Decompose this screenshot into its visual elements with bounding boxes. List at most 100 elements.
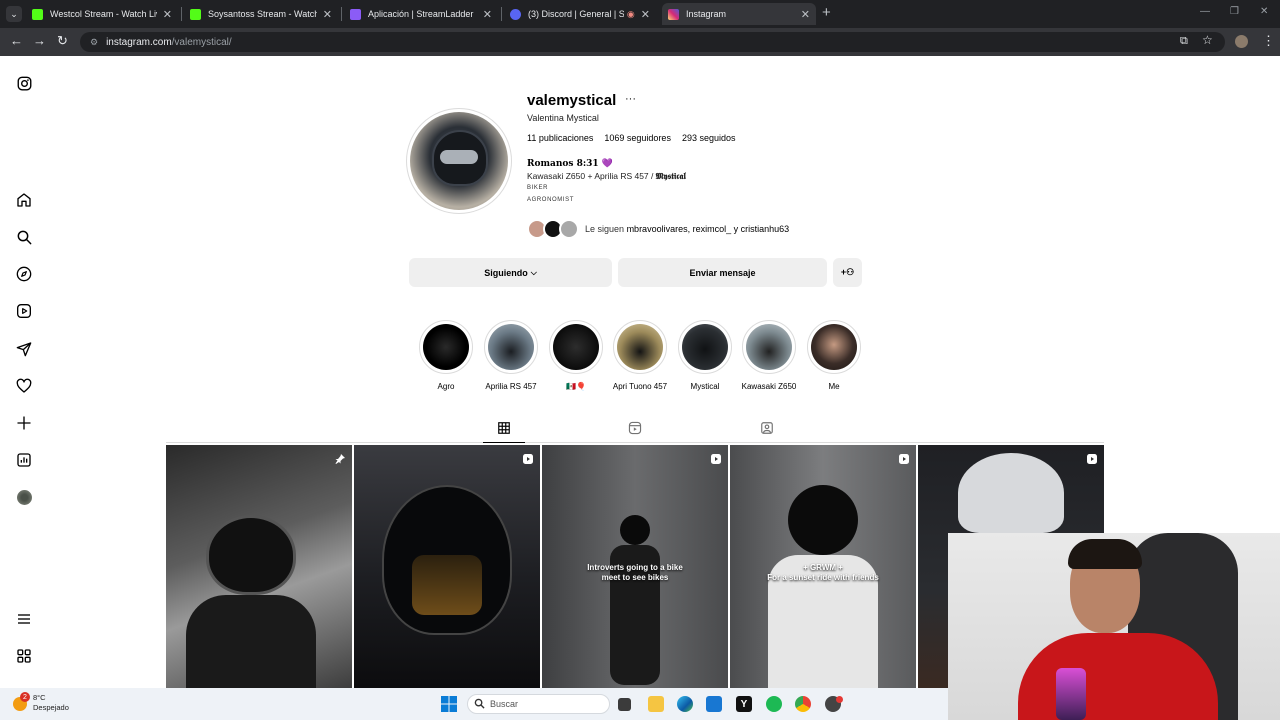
site-info-icon[interactable]: ⚙ [90,37,98,48]
file-explorer-icon[interactable] [648,696,664,712]
create-plus-icon[interactable] [14,413,34,433]
instagram-icon [668,8,679,20]
browser-menu-icon[interactable]: ⋮ [1262,33,1275,49]
close-window-icon[interactable]: ✕ [1260,6,1268,17]
bio-line: AGRONOMIST [527,197,575,203]
microsoft-store-icon[interactable] [706,696,722,712]
tagged-tab-icon[interactable] [759,420,775,436]
mutual-avatar [559,219,579,239]
task-view-icon[interactable] [618,698,631,711]
more-menu-icon[interactable] [14,609,34,629]
chrome-icon[interactable] [795,696,811,712]
kick-icon [190,8,201,20]
search-icon[interactable] [14,227,34,247]
profile-stats: 11 publicaciones 1069 seguidores 293 seg… [527,133,736,143]
post-image [206,515,296,595]
profile-photo-image [410,112,508,210]
story-highlight[interactable]: Aprilia RS 457 [484,320,538,391]
post-image [186,595,316,688]
messages-send-icon[interactable] [14,339,34,359]
minimize-icon[interactable]: — [1200,6,1210,17]
close-tab-icon[interactable]: ✕ [323,8,332,21]
url-field[interactable]: ⚙ instagram.com/valemystical/ [80,32,1225,52]
weather-widget[interactable]: 8°C Despejado [33,693,69,713]
bio-line: Kawasaki Z650 + Aprilia RS 457 / 𝕸𝖞𝖘𝖙𝖎𝖈𝖆… [527,171,686,182]
profile-avatar-icon[interactable] [1235,35,1248,48]
webcam-overlay [948,533,1280,720]
highlight-cover [423,324,469,370]
notifications-heart-icon[interactable] [14,376,34,396]
install-app-icon[interactable]: ⧉ [1180,35,1188,48]
back-icon[interactable]: ← [10,33,23,48]
also-from-meta-icon[interactable] [14,646,34,666]
story-highlight[interactable]: Me [807,320,861,391]
story-highlight[interactable]: 🇲🇽🎈 [549,320,603,391]
forward-icon[interactable]: → [33,33,46,48]
instagram-logo-icon[interactable] [14,73,34,93]
browser-tab[interactable]: Soysantoss Stream - Watch Live ✕ [184,3,338,25]
followed-by-row[interactable]: Le siguen mbravoolivares, reximcol_ y cr… [527,218,789,240]
highlight-cover [553,324,599,370]
profile-avatar[interactable] [14,487,34,507]
bio-line: BIKER [527,185,549,191]
story-highlight[interactable]: Kawasaki Z650 [742,320,796,391]
app-badge-dot [836,696,843,703]
tab-search-icon[interactable]: ⌄ [6,6,22,22]
reels-icon[interactable] [14,301,34,321]
recording-icon: ◉ [626,8,635,19]
post-tile[interactable] [354,445,540,688]
posts-count: 11 publicaciones [527,133,594,143]
following-link[interactable]: 293 seguidos [682,133,736,143]
address-bar-row: ← → ↻ ⚙ instagram.com/valemystical/ ⧉ ☆ … [0,28,1280,56]
browser-tab[interactable]: Westcol Stream - Watch Live on ✕ [26,3,178,25]
close-tab-icon[interactable]: ✕ [483,8,492,21]
following-button[interactable]: Siguiendo ⌵ [409,258,612,287]
dashboard-chart-icon[interactable] [14,450,34,470]
posts-grid-tab-icon[interactable] [496,420,512,436]
story-highlight[interactable]: Agro [419,320,473,391]
new-tab-icon[interactable]: + [822,4,831,21]
post-tile[interactable]: Introverts going to a bike meet to see b… [542,445,728,688]
streamladder-icon [350,8,361,20]
post-tile[interactable] [166,445,352,688]
bookmark-star-icon[interactable]: ☆ [1202,33,1213,47]
suggested-accounts-button[interactable]: +⚇ [833,258,862,287]
story-highlight[interactable]: Mystical [678,320,732,391]
browser-tab[interactable]: Aplicación | StreamLadder ✕ [344,3,498,25]
followed-by-text: Le siguen mbravoolivares, reximcol_ y cr… [585,224,790,234]
taskbar-search-field[interactable]: Buscar [467,694,610,714]
windows-start-icon[interactable] [441,696,457,712]
profile-picture[interactable] [406,108,512,214]
add-person-icon: +⚇ [840,267,855,277]
home-icon[interactable] [14,190,34,210]
browser-tab-active[interactable]: Instagram ✕ [662,3,816,25]
discord-icon [510,8,521,20]
close-tab-icon[interactable]: ✕ [163,8,172,21]
post-caption: Introverts going to a bike meet to see b… [587,563,683,582]
reels-tab-icon[interactable] [627,420,643,436]
reel-icon [522,452,534,470]
pinned-icon [334,452,346,470]
bio-line: Romanos 8:31 💜 [527,159,614,169]
visor-shape [440,150,478,164]
streamer-body-shape [1018,633,1218,720]
reload-icon[interactable]: ↻ [57,33,68,49]
maximize-icon[interactable]: ❐ [1230,6,1239,17]
options-more-icon[interactable]: ··· [625,93,636,105]
edge-icon[interactable] [677,696,693,712]
post-tile[interactable]: + GRWM + For a sunset ride with friends [730,445,916,688]
highlight-label: Me [828,382,840,391]
story-highlight[interactable]: Apri Tuono 457 [613,320,667,391]
close-tab-icon[interactable]: ✕ [641,8,650,21]
streamer-hair-shape [1068,539,1142,569]
close-tab-icon[interactable]: ✕ [801,8,810,21]
active-tab-indicator [483,442,525,443]
browser-tab[interactable]: (3) Discord | General | Soysa ◉ ✕ [504,3,656,25]
spotify-icon[interactable] [766,696,782,712]
followers-link[interactable]: 1069 seguidores [604,133,671,143]
reel-icon [710,452,722,470]
send-message-button[interactable]: Enviar mensaje [618,258,827,287]
explore-compass-icon[interactable] [14,264,34,284]
highlight-cover [617,324,663,370]
y-app-icon[interactable]: Y [736,696,752,712]
